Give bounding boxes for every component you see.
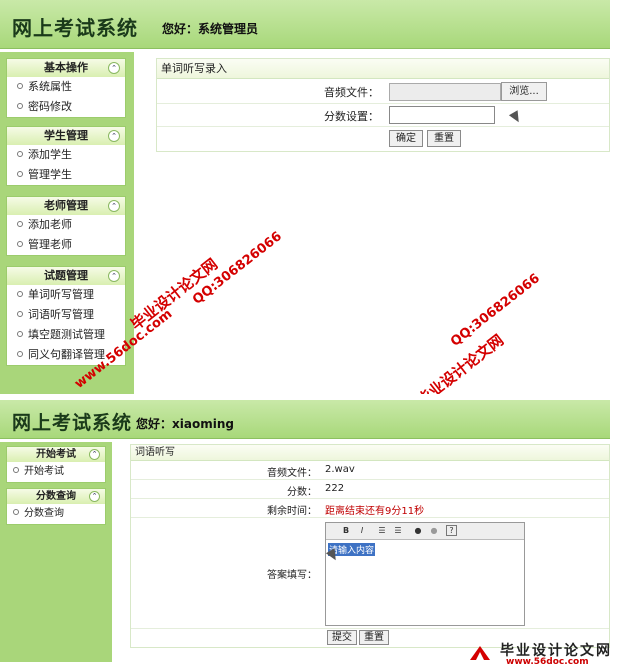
bullet-icon <box>13 509 19 515</box>
admin-screen: 网上考试系统 您好：系统管理员 基本操作 ⌃ 系统属性 密码修改 学生管理 ⌃ … <box>0 0 610 410</box>
sidebar-item-word-dictation[interactable]: 单词听写管理 <box>7 285 125 305</box>
unordered-list-icon[interactable]: ☰ <box>392 525 404 536</box>
phrase-dictation-panel: 词语听写 音频文件： 2.wav 分数： 222 剩余时间： 距离结束还有9分1… <box>130 444 610 648</box>
sidebar-item-add-teacher[interactable]: 添加老师 <box>7 215 125 235</box>
sidebar-item-manage-teachers[interactable]: 管理老师 <box>7 235 125 255</box>
collapse-icon[interactable]: ⌃ <box>89 449 100 460</box>
actions-row: 确定 重置 <box>157 127 609 149</box>
word-entry-panel: 单词听写录入 音频文件： 浏览... 分数设置： 确定 重置 <box>156 58 610 152</box>
sidebar-item-change-password[interactable]: 密码修改 <box>7 97 125 117</box>
bullet-icon <box>17 103 23 109</box>
help-icon[interactable]: ? <box>446 525 457 536</box>
browse-button[interactable]: 浏览... <box>501 82 547 101</box>
countdown-value: 距离结束还有9分11秒 <box>325 506 425 517</box>
audio-file-label: 音频文件： <box>324 86 379 99</box>
sidebar-group-title[interactable]: 学生管理 ⌃ <box>7 127 125 145</box>
audio-file-input[interactable] <box>389 83 501 101</box>
sidebar-group-exam: 开始考试 ⌃ 开始考试 <box>6 446 106 483</box>
sidebar-group-students: 学生管理 ⌃ 添加学生 管理学生 <box>6 126 126 186</box>
sidebar-group-title[interactable]: 分数查询 ⌃ <box>7 489 105 504</box>
logo-mark-icon <box>470 646 490 660</box>
sidebar-group-teachers: 老师管理 ⌃ 添加老师 管理老师 <box>6 196 126 256</box>
time-label: 剩余时间： <box>267 506 317 517</box>
sidebar-group-basic: 基本操作 ⌃ 系统属性 密码修改 <box>6 58 126 118</box>
collapse-icon[interactable]: ⌃ <box>108 62 120 74</box>
greeting: 您好：系统管理员 <box>162 22 259 36</box>
unlink-icon[interactable]: ● <box>428 525 440 536</box>
student-sidebar: 开始考试 ⌃ 开始考试 分数查询 ⌃ 分数查询 <box>0 442 112 662</box>
rich-text-editor[interactable]: B I ☰ ☰ ● ● ? 请输入内容 <box>325 522 525 626</box>
bold-icon[interactable]: B <box>340 525 352 536</box>
logo-url: www.56doc.com <box>506 657 589 667</box>
sidebar-item-score-query[interactable]: 分数查询 <box>7 504 105 524</box>
answer-label: 答案填写： <box>267 570 317 581</box>
time-row: 剩余时间： 距离结束还有9分11秒 <box>131 499 609 518</box>
bullet-icon <box>17 151 23 157</box>
sidebar-group-scores: 分数查询 ⌃ 分数查询 <box>6 488 106 525</box>
sidebar-item-fill-blank[interactable]: 填空题测试管理 <box>7 325 125 345</box>
link-icon[interactable]: ● <box>412 525 424 536</box>
collapse-icon[interactable]: ⌃ <box>89 491 100 502</box>
sidebar-item-manage-students[interactable]: 管理学生 <box>7 165 125 185</box>
score-label: 分数： <box>287 487 317 498</box>
sidebar-item-phrase-dictation[interactable]: 词语听写管理 <box>7 305 125 325</box>
score-row: 分数设置： <box>157 104 609 127</box>
bullet-icon <box>17 291 23 297</box>
sidebar-group-title[interactable]: 开始考试 ⌃ <box>7 447 105 462</box>
app-title: 网上考试系统 <box>12 412 133 434</box>
bullet-icon <box>17 171 23 177</box>
admin-sidebar: 基本操作 ⌃ 系统属性 密码修改 学生管理 ⌃ 添加学生 管理学生 老师管理 ⌃… <box>0 52 134 394</box>
editor-toolbar: B I ☰ ☰ ● ● ? <box>326 523 524 540</box>
reset-button[interactable]: 重置 <box>427 130 461 147</box>
admin-header: 网上考试系统 您好：系统管理员 <box>0 0 610 49</box>
sidebar-group-title[interactable]: 试题管理 ⌃ <box>7 267 125 285</box>
sidebar-item-system-properties[interactable]: 系统属性 <box>7 77 125 97</box>
ordered-list-icon[interactable]: ☰ <box>376 525 388 536</box>
collapse-icon[interactable]: ⌃ <box>108 200 120 212</box>
audio-file-value: 2.wav <box>325 464 355 475</box>
answer-row: 答案填写： B I ☰ ☰ ● ● ? 请输入内容 <box>131 518 609 629</box>
score-input[interactable] <box>389 106 495 124</box>
bullet-icon <box>17 221 23 227</box>
score-value: 222 <box>325 483 345 494</box>
audio-file-row: 音频文件： 2.wav <box>131 461 609 480</box>
panel-title: 词语听写 <box>131 445 609 461</box>
sidebar-group-title[interactable]: 基本操作 ⌃ <box>7 59 125 77</box>
panel-title: 单词听写录入 <box>157 59 609 79</box>
student-header: 网上考试系统 您好：xiaoming <box>0 400 610 439</box>
bullet-icon <box>17 241 23 247</box>
audio-file-row: 音频文件： 浏览... <box>157 79 609 104</box>
bullet-icon <box>17 351 23 357</box>
audio-file-label: 音频文件： <box>267 468 317 479</box>
reset-button[interactable]: 重置 <box>359 630 389 645</box>
sidebar-item-start-exam[interactable]: 开始考试 <box>7 462 105 482</box>
sidebar-item-add-student[interactable]: 添加学生 <box>7 145 125 165</box>
bullet-icon <box>17 331 23 337</box>
bullet-icon <box>17 83 23 89</box>
confirm-button[interactable]: 确定 <box>389 130 423 147</box>
collapse-icon[interactable]: ⌃ <box>108 270 120 282</box>
collapse-icon[interactable]: ⌃ <box>108 130 120 142</box>
greeting: 您好：xiaoming <box>136 417 234 431</box>
bullet-icon <box>13 467 19 473</box>
submit-button[interactable]: 提交 <box>327 630 357 645</box>
sidebar-group-title[interactable]: 老师管理 ⌃ <box>7 197 125 215</box>
bullet-icon <box>17 311 23 317</box>
italic-icon[interactable]: I <box>356 525 368 536</box>
score-row: 分数： 222 <box>131 480 609 499</box>
student-screen: 网上考试系统 您好：xiaoming 开始考试 ⌃ 开始考试 分数查询 ⌃ 分数… <box>0 400 610 662</box>
site-logo: 毕业设计论文网 www.56doc.com <box>460 640 620 668</box>
score-label: 分数设置： <box>324 110 379 123</box>
app-title: 网上考试系统 <box>12 16 138 40</box>
